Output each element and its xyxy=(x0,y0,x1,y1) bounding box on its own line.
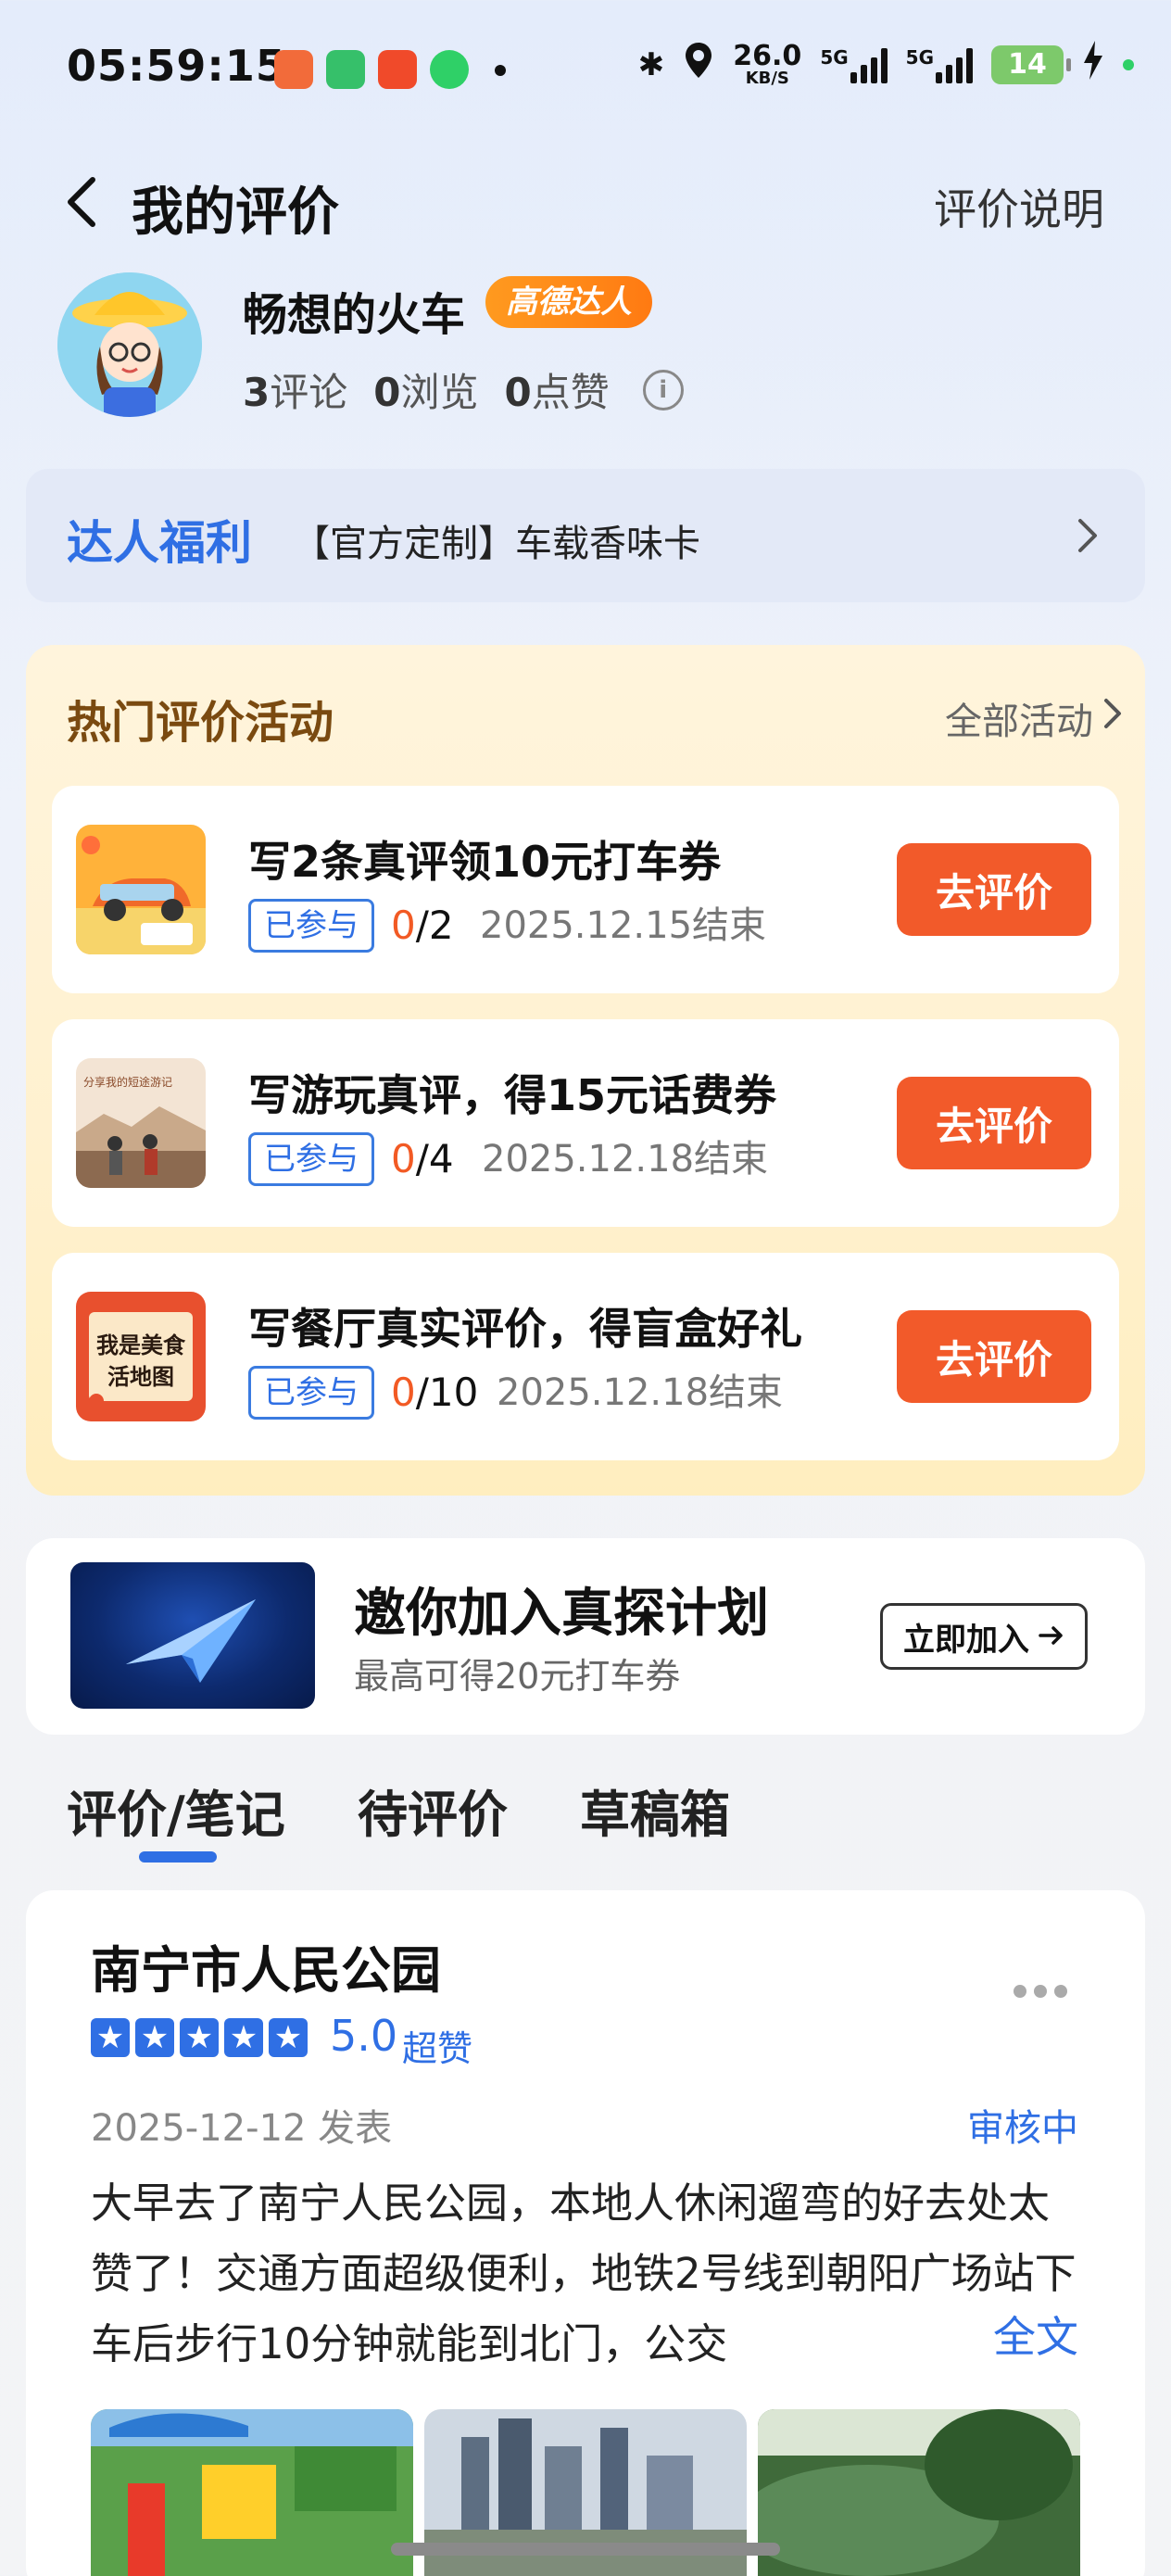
tab-reviews-notes[interactable]: 评价/笔记 xyxy=(67,1774,285,1847)
likes-stat: 0点赞 xyxy=(504,370,610,415)
battery-icon: 14 xyxy=(991,44,1071,84)
tab-drafts[interactable]: 草稿箱 xyxy=(580,1774,730,1847)
home-indicator[interactable] xyxy=(391,2543,780,2556)
active-tab-indicator xyxy=(139,1851,217,1863)
battery-app-icon xyxy=(326,50,365,89)
message-app-icon xyxy=(430,50,469,89)
activity-title: 写游玩真评，得15元话费券 xyxy=(248,1070,777,1120)
svg-text:我是美食: 我是美食 xyxy=(96,1332,186,1358)
perk-text: 【官方定制】车载香味卡 xyxy=(293,523,700,565)
joined-tag: 已参与 xyxy=(248,1366,374,1420)
more-options-icon[interactable] xyxy=(1014,1985,1067,1998)
activity-title: 写2条真评领10元打车券 xyxy=(248,837,722,887)
profile-stats: 3评论 0浏览 0点赞 i xyxy=(243,361,684,418)
place-name[interactable]: 南宁市人民公园 xyxy=(91,1929,441,2002)
expert-badge: 高德达人 xyxy=(485,276,652,328)
travel-thumbnail: 分享我的短途游记 xyxy=(76,1058,206,1188)
star-icon: ★ xyxy=(91,2018,130,2057)
charging-icon xyxy=(1082,41,1104,88)
star-icon: ★ xyxy=(135,2018,174,2057)
activity-progress: 0/4 xyxy=(391,1136,454,1181)
go-review-button[interactable]: 去评价 xyxy=(897,1077,1091,1169)
video-app-icon xyxy=(378,50,417,89)
app-icon-1 xyxy=(274,50,313,89)
invite-subtitle: 最高可得20元打车券 xyxy=(354,1656,681,1697)
rating-score: 5.0 xyxy=(330,2011,398,2061)
views-stat: 0浏览 xyxy=(373,370,479,415)
star-icon: ★ xyxy=(224,2018,263,2057)
username: 畅想的火车 xyxy=(243,289,466,341)
activity-progress: 0/10 xyxy=(391,1370,479,1415)
status-right: ✱ 26.0 KB/S 5G 5G 14 xyxy=(638,41,1134,88)
activity-card[interactable]: 写2条真评领10元打车券 已参与 0/2 2025.12.15结束 去评价 xyxy=(52,786,1119,993)
perk-title: 达人福利 xyxy=(67,516,252,570)
signal-2-icon: 5G xyxy=(906,46,973,83)
joined-tag: 已参与 xyxy=(248,1132,374,1186)
arrow-right-icon xyxy=(1039,1618,1064,1655)
post-date: 2025-12-12 发表 xyxy=(91,2107,393,2150)
status-time: 05:59:15 xyxy=(67,41,286,91)
activity-progress: 0/2 xyxy=(391,903,454,948)
tab-pending-reviews[interactable]: 待评价 xyxy=(358,1774,508,1847)
back-arrow-icon[interactable] xyxy=(56,174,111,230)
review-body[interactable]: 大早去了南宁人民公园，本地人休闲遛弯的好去处太赞了！交通方面超级便利，地铁2号线… xyxy=(91,2168,1082,2380)
rating-word: 超赞 xyxy=(402,2028,473,2069)
signal-1-icon: 5G xyxy=(820,46,888,83)
activity-deadline: 2025.12.18结束 xyxy=(482,1138,769,1181)
svg-text:分享我的短途游记: 分享我的短途游记 xyxy=(83,1075,172,1089)
paper-plane-image xyxy=(70,1562,315,1709)
food-map-thumbnail: 我是美食 活地图 xyxy=(76,1292,206,1421)
info-icon[interactable]: i xyxy=(642,369,684,410)
chevron-right-icon[interactable] xyxy=(1069,515,1106,556)
net-speed: 26.0 KB/S xyxy=(733,39,802,88)
reviews-stat: 3评论 xyxy=(243,370,348,415)
full-text-link[interactable]: 全文 xyxy=(941,2304,1078,2365)
activity-deadline: 2025.12.15结束 xyxy=(480,904,767,947)
activity-card[interactable]: 我是美食 活地图 写餐厅真实评价，得盲盒好礼 已参与 0/10 2025.12.… xyxy=(52,1253,1119,1460)
go-review-button[interactable]: 去评价 xyxy=(897,1310,1091,1403)
avatar[interactable] xyxy=(57,272,202,417)
location-icon xyxy=(683,41,714,88)
more-notifications-icon xyxy=(495,65,506,76)
status-dot-icon xyxy=(1123,58,1134,70)
go-review-button[interactable]: 去评价 xyxy=(897,843,1091,936)
activities-title: 热门评价活动 xyxy=(67,697,334,749)
review-status: 审核中 xyxy=(967,2107,1078,2150)
joined-tag: 已参与 xyxy=(248,899,374,953)
activity-deadline: 2025.12.18结束 xyxy=(497,1371,784,1414)
review-photo[interactable] xyxy=(91,2409,413,2576)
star-icon: ★ xyxy=(269,2018,308,2057)
svg-text:活地图: 活地图 xyxy=(107,1364,174,1390)
car-coupon-thumbnail xyxy=(76,825,206,954)
rating-stars: ★ ★ ★ ★ ★ xyxy=(91,2018,308,2057)
all-activities-link[interactable]: 全部活动 xyxy=(945,691,1093,745)
review-photo[interactable] xyxy=(758,2409,1080,2576)
activity-card[interactable]: 分享我的短途游记 写游玩真评，得15元话费券 已参与 0/4 2025.12.1… xyxy=(52,1019,1119,1227)
chevron-right-icon[interactable] xyxy=(1099,693,1127,734)
join-now-button[interactable]: 立即加入 xyxy=(880,1603,1088,1670)
star-icon: ★ xyxy=(180,2018,219,2057)
invite-title: 邀你加入真探计划 xyxy=(354,1584,769,1644)
review-rules-link[interactable]: 评价说明 xyxy=(934,176,1104,237)
page-title: 我的评价 xyxy=(132,183,339,243)
bluetooth-icon: ✱ xyxy=(637,45,665,83)
activity-title: 写餐厅真实评价，得盲盒好礼 xyxy=(248,1304,802,1354)
